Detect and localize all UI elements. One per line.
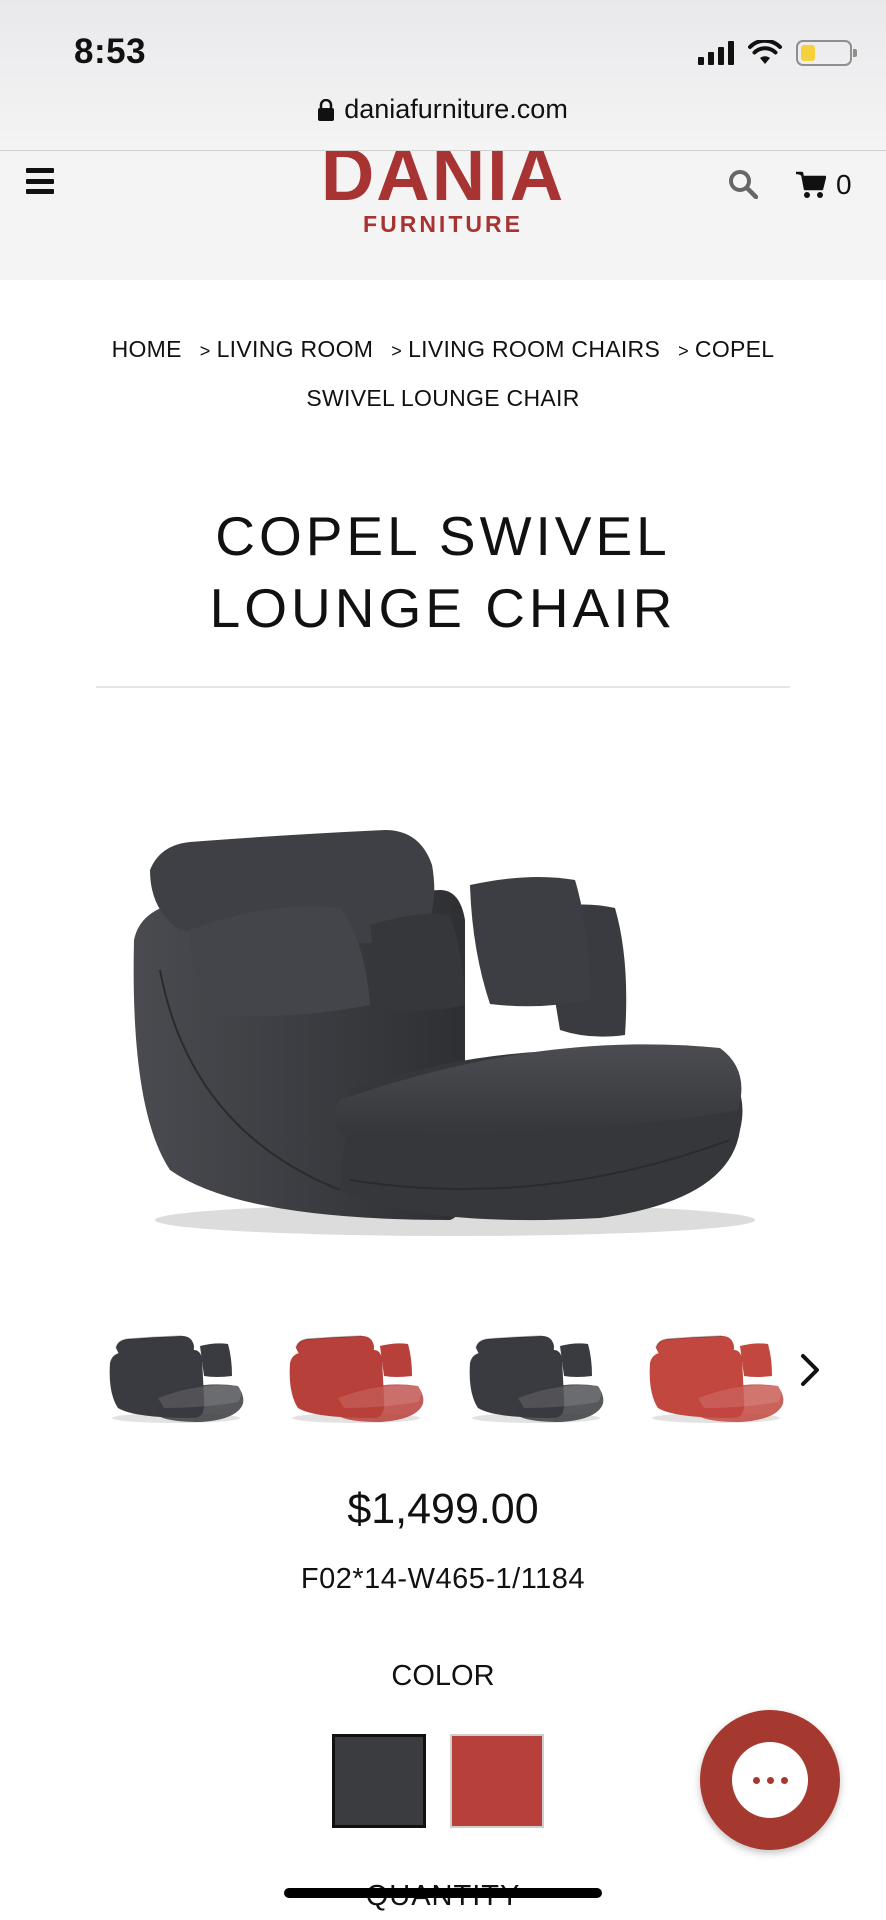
- product-title-line1: COPEL SWIVEL: [215, 505, 671, 567]
- search-button[interactable]: [728, 169, 759, 204]
- status-time: 8:53: [74, 32, 147, 71]
- site-header: DANIA FURNITURE 0: [0, 150, 886, 280]
- product-main-image[interactable]: [120, 790, 770, 1250]
- url-bar[interactable]: daniafurniture.com: [0, 94, 886, 125]
- chat-button[interactable]: [700, 1710, 840, 1850]
- product-thumbnail[interactable]: [464, 1318, 608, 1428]
- chat-ellipsis-icon: [732, 1742, 808, 1818]
- breadcrumb-separator-icon: >: [678, 341, 689, 361]
- breadcrumb-living-room[interactable]: LIVING ROOM: [217, 336, 374, 362]
- color-swatch-charcoal[interactable]: [332, 1734, 426, 1828]
- signal-icon: [698, 41, 734, 65]
- status-icons: [698, 38, 857, 68]
- breadcrumb: HOME > LIVING ROOM > LIVING ROOM CHAIRS > COPE…: [100, 326, 786, 422]
- product-price: $1,499.00: [347, 1485, 539, 1533]
- logo-subtitle: FURNITURE: [363, 211, 523, 237]
- breadcrumb-living-room-chairs[interactable]: LIVING ROOM CHAIRS: [408, 336, 660, 362]
- color-swatch-red[interactable]: [450, 1734, 544, 1828]
- wifi-icon: [748, 40, 782, 64]
- breadcrumb-separator-icon: >: [199, 341, 211, 361]
- title-divider: [96, 686, 790, 688]
- thumbnail-strip: [104, 1318, 788, 1428]
- product-thumbnail[interactable]: [644, 1318, 788, 1428]
- lock-icon: [318, 99, 335, 121]
- color-swatches: [332, 1734, 544, 1828]
- search-icon: [729, 170, 759, 200]
- status-bar: 8:53 daniafurniture.com: [0, 0, 886, 150]
- product-thumbnail[interactable]: [284, 1318, 428, 1428]
- cart-icon: [796, 171, 826, 198]
- battery-icon: [796, 40, 857, 66]
- product-title-line2: LOUNGE CHAIR: [209, 577, 677, 639]
- product-sku: F02*14-W465-1/1184: [300, 1563, 586, 1595]
- product-thumbnail[interactable]: [104, 1318, 248, 1428]
- home-indicator[interactable]: [284, 1888, 602, 1898]
- cart-count: 0: [836, 169, 852, 200]
- chevron-right-icon[interactable]: [798, 1352, 822, 1388]
- breadcrumb-home[interactable]: HOME: [112, 336, 182, 362]
- color-label: COLOR: [391, 1660, 495, 1692]
- url-text: daniafurniture.com: [344, 94, 568, 124]
- breadcrumb-separator-icon: >: [391, 341, 403, 361]
- cart-button[interactable]: 0: [796, 169, 852, 201]
- product-title: COPEL SWIVEL LOUNGE CHAIR: [0, 500, 886, 644]
